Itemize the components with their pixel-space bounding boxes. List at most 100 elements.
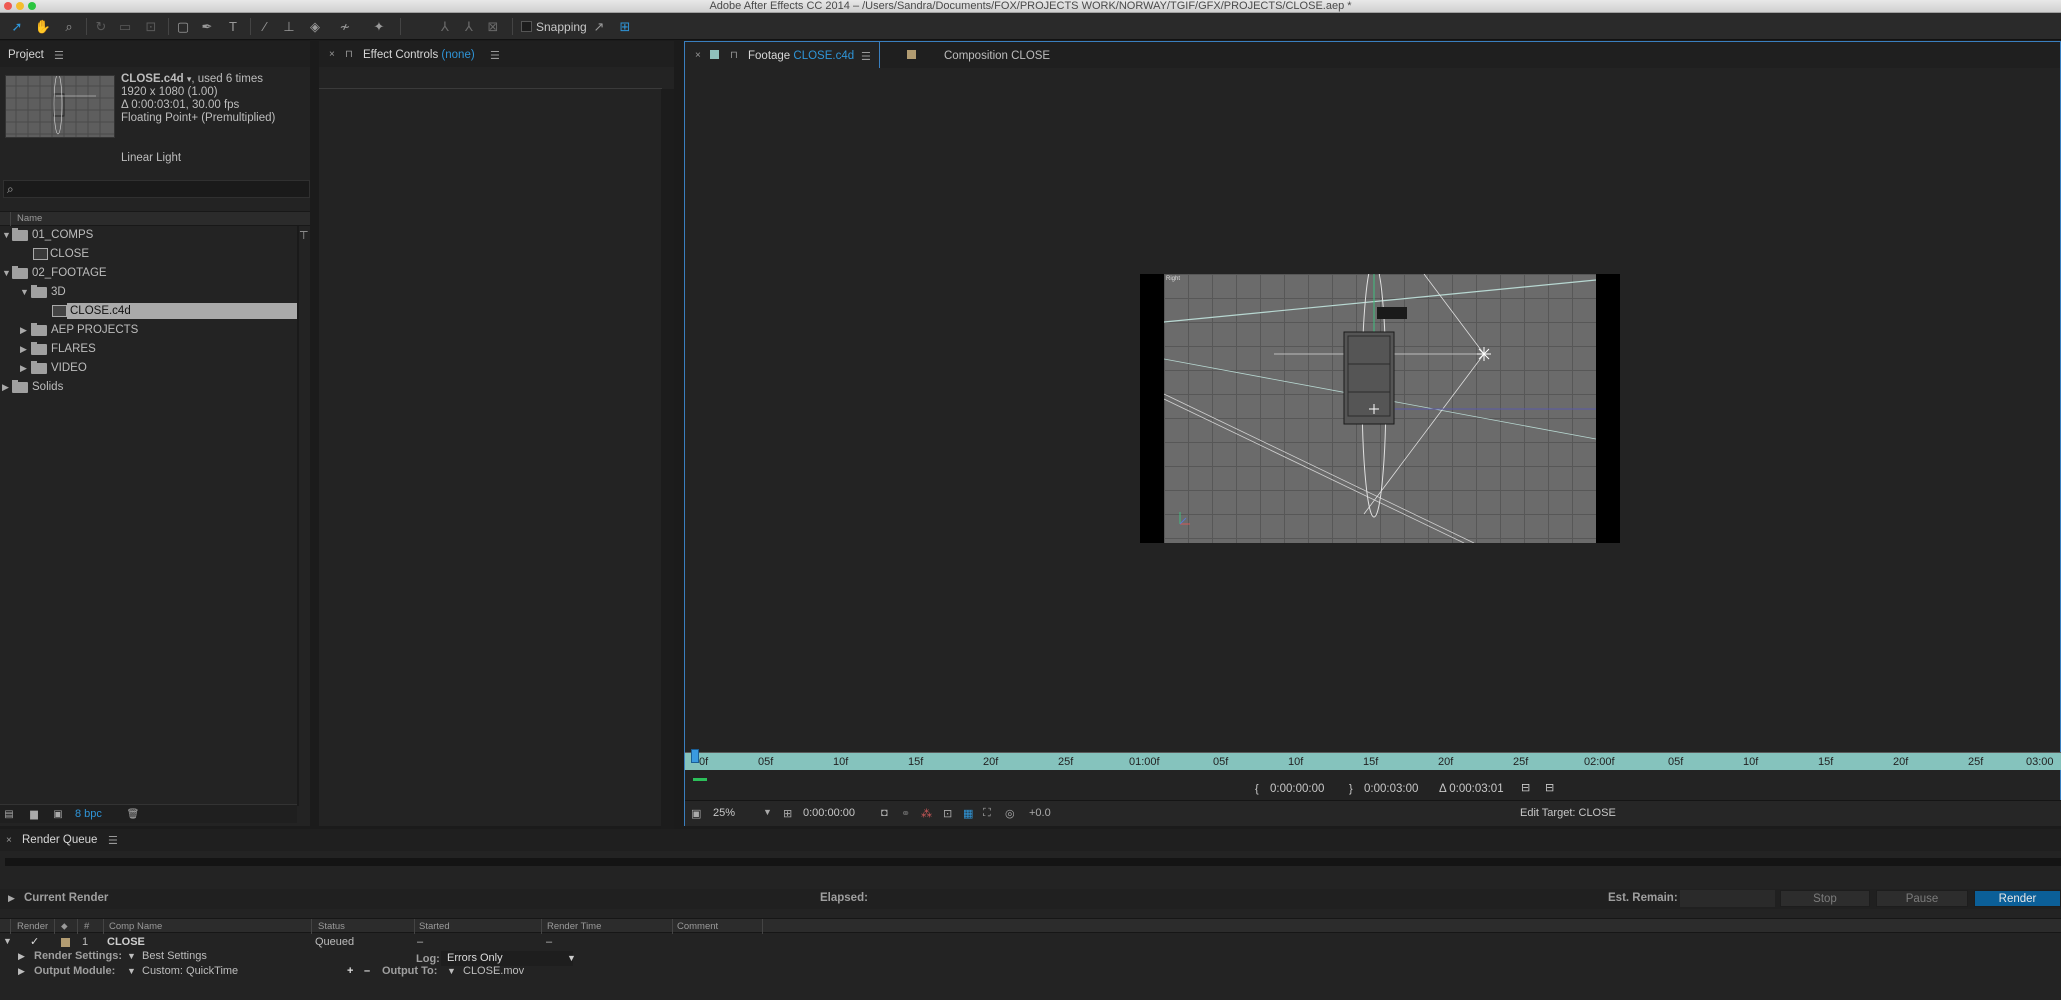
trash-icon[interactable]: 🗑 — [126, 809, 140, 820]
output-to-value[interactable]: CLOSE.mov — [463, 965, 524, 977]
viewer-menu-icon[interactable]: ☰ — [861, 50, 871, 63]
footage-canvas[interactable]: Right — [1140, 274, 1620, 543]
tree-item-close-comp[interactable]: CLOSE — [0, 245, 297, 264]
camera-tool-icon[interactable]: ▭ — [116, 18, 134, 35]
collapse-triangle-icon[interactable]: ▶ — [20, 325, 27, 336]
hand-tool-icon[interactable]: ✋ — [34, 18, 52, 35]
tree-item-flares[interactable]: ▶ FLARES — [0, 340, 297, 359]
render-queue-row[interactable]: ▼ ✓ 1 CLOSE Queued – – — [0, 935, 2061, 950]
project-tab[interactable]: Project — [8, 49, 44, 61]
magnification-value[interactable]: 25% — [713, 807, 735, 819]
bit-depth-button[interactable]: 8 bpc — [75, 808, 102, 820]
tree-item-3d[interactable]: ▼ 3D — [0, 283, 297, 302]
lock-icon[interactable]: ⊓ — [345, 49, 353, 60]
render-queue-tab[interactable]: Render Queue — [22, 834, 97, 846]
magnification-icon[interactable]: ▣ — [691, 807, 701, 820]
expand-triangle-icon[interactable]: ▼ — [2, 268, 11, 278]
fast-previews-icon[interactable]: ⛶ — [983, 807, 991, 820]
label-column-icon[interactable]: ⬥ — [61, 921, 68, 932]
effect-controls-menu-icon[interactable]: ☰ — [490, 49, 500, 62]
expand-triangle-icon[interactable]: ▼ — [2, 230, 11, 240]
ripple-insert-icon[interactable]: ⊟ — [1521, 781, 1530, 794]
flowchart-icon[interactable]: ⊤ — [299, 229, 309, 242]
in-point-time[interactable]: 0:00:00:00 — [1270, 783, 1324, 795]
rotation-tool-icon[interactable]: ↻ — [92, 18, 110, 35]
effect-controls-tab[interactable]: Effect Controls (none) — [363, 49, 475, 61]
puppet-pin-tool-icon[interactable]: ✦ — [370, 18, 388, 35]
output-module-value[interactable]: Custom: QuickTime — [142, 965, 238, 977]
render-button[interactable]: Render — [1974, 890, 2061, 907]
render-queue-menu-icon[interactable]: ☰ — [108, 834, 118, 847]
view-axis-icon[interactable]: ⊠ — [484, 18, 502, 35]
composition-tab[interactable]: Composition CLOSE — [944, 50, 1050, 62]
effect-controls-scrollbar[interactable] — [661, 89, 674, 849]
label-color-icon[interactable] — [61, 938, 70, 947]
work-area-bar[interactable] — [693, 778, 707, 781]
zoom-tool-icon[interactable]: ⌕ — [60, 18, 78, 35]
exposure-reset-icon[interactable]: ◎ — [1005, 807, 1015, 820]
close-tab-icon[interactable]: × — [6, 835, 12, 846]
render-column-header[interactable]: Render — [17, 921, 48, 932]
rectangle-tool-icon[interactable]: ▢ — [174, 18, 192, 35]
tree-item-02-footage[interactable]: ▼ 02_FOOTAGE — [0, 264, 297, 283]
in-point-icon[interactable]: { — [1255, 783, 1259, 795]
comment-column-header[interactable]: Comment — [677, 921, 718, 932]
region-of-interest-icon[interactable]: ⊡ — [943, 807, 952, 820]
out-point-time[interactable]: 0:00:03:00 — [1364, 783, 1418, 795]
safe-zones-icon[interactable]: ⊞ — [783, 807, 792, 820]
time-ruler[interactable]: 0f 05f 10f 15f 20f 25f 01:00f 05f 10f 15… — [685, 752, 2061, 770]
collapse-triangle-icon[interactable]: ▶ — [20, 363, 27, 374]
stop-button[interactable]: Stop — [1780, 890, 1870, 907]
pan-behind-tool-icon[interactable]: ⊡ — [142, 18, 160, 35]
snap-options-icon[interactable]: ↗ — [590, 18, 608, 35]
tree-item-video[interactable]: ▶ VIDEO — [0, 359, 297, 378]
project-search-input[interactable]: ⌕ — [3, 180, 310, 198]
world-axis-icon[interactable]: ⅄ — [460, 18, 478, 35]
pause-button[interactable]: Pause — [1876, 890, 1968, 907]
project-panel-menu-icon[interactable]: ☰ — [54, 49, 64, 62]
dropdown-arrow-icon[interactable]: ▼ — [447, 966, 456, 976]
add-output-module-button[interactable]: + — [347, 965, 353, 977]
tree-item-close-c4d[interactable]: CLOSE.c4d — [0, 302, 297, 321]
dropdown-arrow-icon[interactable]: ▼ — [127, 951, 136, 961]
current-time-display[interactable]: 0:00:00:00 — [803, 807, 855, 819]
snapshot-icon[interactable]: ◘ — [881, 807, 888, 819]
log-dropdown[interactable]: Errors Only ▼ — [441, 951, 576, 966]
snap-feather-icon[interactable]: ⊞ — [616, 18, 634, 35]
collapse-triangle-icon[interactable]: ▶ — [20, 344, 27, 355]
started-column-header[interactable]: Started — [419, 921, 450, 932]
roto-brush-tool-icon[interactable]: ≁ — [336, 18, 354, 35]
dropdown-arrow-icon[interactable]: ▼ — [127, 966, 136, 976]
index-column-header[interactable]: # — [84, 921, 89, 932]
tree-item-aep-projects[interactable]: ▶ AEP PROJECTS — [0, 321, 297, 340]
current-time-indicator[interactable] — [691, 749, 699, 763]
tree-item-solids[interactable]: ▶ Solids — [0, 378, 297, 397]
lock-icon[interactable]: ⊓ — [730, 50, 738, 61]
tree-item-01-comps[interactable]: ▼ 01_COMPS — [0, 226, 297, 245]
status-column-header[interactable]: Status — [318, 921, 345, 932]
local-axis-icon[interactable]: ⅄ — [436, 18, 454, 35]
comp-name-column-header[interactable]: Comp Name — [109, 921, 162, 932]
render-checkbox[interactable]: ✓ — [30, 935, 39, 948]
remove-output-module-button[interactable]: – — [364, 965, 370, 977]
expand-triangle-icon[interactable]: ▼ — [20, 287, 29, 297]
type-tool-icon[interactable]: T — [224, 18, 242, 35]
output-module-triangle-icon[interactable]: ▶ — [18, 966, 25, 977]
render-settings-value[interactable]: Best Settings — [142, 950, 207, 962]
out-point-icon[interactable]: } — [1349, 783, 1353, 795]
magnification-dropdown-icon[interactable]: ▼ — [763, 807, 772, 817]
collapse-triangle-icon[interactable]: ▶ — [2, 382, 9, 393]
expand-triangle-icon[interactable]: ▶ — [8, 893, 15, 904]
project-scrollbar[interactable] — [297, 226, 299, 806]
render-settings-triangle-icon[interactable]: ▶ — [18, 951, 25, 962]
exposure-value[interactable]: +0.0 — [1029, 807, 1051, 819]
brush-tool-icon[interactable]: ⁄ — [256, 18, 274, 35]
clone-stamp-tool-icon[interactable]: ⊥ — [280, 18, 298, 35]
close-tab-icon[interactable]: × — [329, 49, 335, 60]
interpret-footage-icon[interactable]: ▤ — [2, 809, 16, 820]
selection-tool-icon[interactable]: ➚ — [8, 18, 26, 35]
channel-icon[interactable]: ⁂ — [921, 807, 932, 820]
new-folder-icon[interactable]: ▆ — [27, 809, 41, 820]
pen-tool-icon[interactable]: ✒ — [198, 18, 216, 35]
snapping-checkbox[interactable] — [521, 21, 532, 32]
